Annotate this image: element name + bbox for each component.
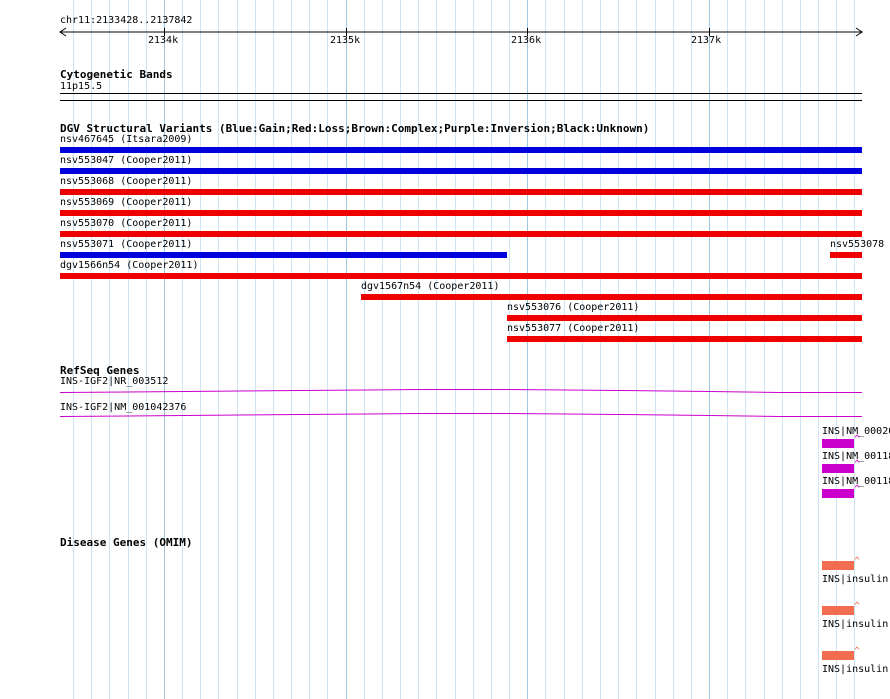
dgv-variant-label[interactable]: nsv553068 (Cooper2011) <box>60 176 192 188</box>
ruler-tick-label: 2134k <box>148 35 179 46</box>
omim-gene-bar[interactable] <box>822 561 854 570</box>
dgv-variant-label[interactable]: nsv553071 (Cooper2011) <box>60 239 192 251</box>
omim-gene-bar[interactable] <box>822 606 854 615</box>
dgv-variant-bar[interactable] <box>361 294 862 300</box>
dgv-variant-label[interactable]: dgv1567n54 (Cooper2011) <box>361 281 499 293</box>
omim-track-title[interactable]: Disease Genes (OMIM) <box>60 536 192 549</box>
grid-lines <box>73 0 855 699</box>
ins-transcript-bar[interactable] <box>822 464 854 473</box>
strand-caret-icon: ^ <box>854 646 861 657</box>
dgv-variant-bar[interactable] <box>60 252 507 258</box>
dgv-variant-label[interactable]: nsv553078 <box>830 239 884 251</box>
omim-gene-label[interactable]: INS|insulin <box>822 664 888 676</box>
dgv-variant-label[interactable]: nsv553070 (Cooper2011) <box>60 218 192 230</box>
refseq-transcript-lines[interactable] <box>0 380 890 425</box>
dgv-variant-label[interactable]: nsv553069 (Cooper2011) <box>60 197 192 209</box>
omim-gene-label[interactable]: INS|insulin <box>822 619 888 631</box>
dgv-variant-label[interactable]: nsv553047 (Cooper2011) <box>60 155 192 167</box>
ins-transcript-bar[interactable] <box>822 439 854 448</box>
cytoband-label[interactable]: 11p15.5 <box>60 81 102 93</box>
ruler-tick-label: 2136k <box>511 35 542 46</box>
cytoband-track-title[interactable]: Cytogenetic Bands <box>60 68 173 81</box>
ruler-tick-label: 2137k <box>691 35 722 46</box>
strand-caret-icon: ^ <box>854 484 861 495</box>
omim-gene-bar[interactable] <box>822 651 854 660</box>
dgv-variant-bar[interactable] <box>507 315 862 321</box>
strand-caret-icon: ^ <box>854 434 861 445</box>
omim-gene-label[interactable]: INS|insulin <box>822 574 888 586</box>
dgv-variant-bar[interactable] <box>60 189 862 195</box>
cytoband-bottom-line <box>60 100 862 101</box>
dgv-variant-bar[interactable] <box>60 231 862 237</box>
ins-transcript-bar[interactable] <box>822 489 854 498</box>
dgv-variant-label[interactable]: nsv467645 (Itsara2009) <box>60 134 192 146</box>
dgv-variant-bar[interactable] <box>60 168 862 174</box>
refseq-transcript-line-nr003512 <box>59 389 862 393</box>
strand-caret-icon: ^ <box>854 459 861 470</box>
dgv-variant-bar[interactable] <box>60 273 862 279</box>
cytoband-top-line <box>60 93 862 94</box>
scale-ruler <box>59 27 863 37</box>
ruler-tick-label: 2135k <box>330 35 361 46</box>
strand-caret-icon: ^ <box>854 556 861 567</box>
dgv-variant-bar[interactable] <box>60 147 862 153</box>
dgv-variant-label[interactable]: nsv553077 (Cooper2011) <box>507 323 639 335</box>
dgv-variant-bar[interactable] <box>507 336 862 342</box>
dgv-variant-bar[interactable] <box>60 210 862 216</box>
dgv-variant-bar[interactable] <box>830 252 862 258</box>
strand-caret-icon: ^ <box>854 601 861 612</box>
refseq-transcript-line-nm001042376 <box>59 413 862 417</box>
dgv-variant-label[interactable]: dgv1566n54 (Cooper2011) <box>60 260 198 272</box>
dgv-variant-label[interactable]: nsv553076 (Cooper2011) <box>507 302 639 314</box>
